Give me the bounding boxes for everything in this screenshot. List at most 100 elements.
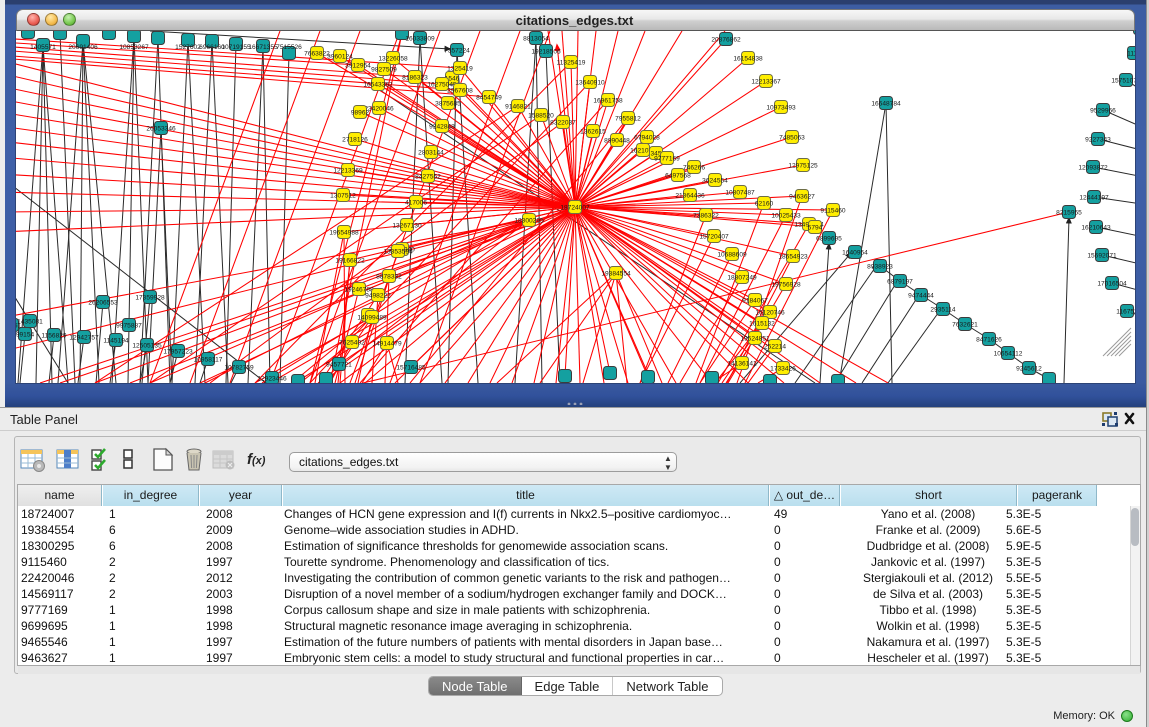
svg-text:20691406: 20691406: [68, 44, 98, 51]
svg-text:14099489: 14099489: [357, 314, 387, 321]
svg-text:3960124: 3960124: [327, 53, 353, 60]
svg-text:14136141: 14136141: [727, 360, 757, 367]
svg-text:19166822: 19166822: [335, 257, 365, 264]
svg-text:18300295: 18300295: [514, 217, 544, 224]
svg-text:8186323: 8186323: [402, 74, 428, 81]
svg-text:21364436: 21364436: [675, 192, 705, 199]
svg-text:12942757: 12942757: [69, 334, 99, 341]
svg-text:17016504: 17016504: [1097, 280, 1127, 287]
svg-text:10688609: 10688609: [717, 251, 747, 258]
svg-text:20876862: 20876862: [711, 36, 741, 43]
svg-text:1145194: 1145194: [103, 337, 129, 344]
svg-text:9457721: 9457721: [326, 361, 352, 368]
svg-text:16154838: 16154838: [733, 55, 763, 62]
svg-text:12923446: 12923446: [257, 375, 287, 382]
svg-text:9242848: 9242848: [429, 123, 455, 130]
svg-text:8454749: 8454749: [476, 94, 502, 101]
svg-text:8878332: 8878332: [376, 273, 402, 280]
svg-text:8471626: 8471626: [976, 336, 1002, 343]
svg-text:1307512: 1307512: [330, 192, 356, 199]
svg-text:9777169: 9777169: [654, 155, 680, 162]
svg-text:16210643: 16210643: [1081, 224, 1111, 231]
svg-text:19218506: 19218506: [531, 48, 561, 55]
svg-text:15720407: 15720407: [699, 233, 729, 240]
svg-text:7515526: 7515526: [276, 44, 302, 51]
svg-text:10973493: 10973493: [766, 104, 796, 111]
svg-text:12505135: 12505135: [132, 342, 162, 349]
svg-text:18724007: 18724007: [560, 204, 590, 211]
svg-text:5794: 5794: [808, 224, 823, 231]
svg-text:17957223: 17957223: [163, 348, 193, 355]
svg-text:16961758: 16961758: [593, 97, 623, 104]
svg-text:1325419: 1325419: [447, 65, 473, 72]
svg-text:15716485: 15716485: [396, 364, 426, 371]
svg-text:1112: 1112: [1127, 50, 1135, 57]
svg-text:1733426: 1733426: [770, 365, 796, 372]
svg-text:8813054: 8813054: [523, 35, 549, 42]
svg-text:746266: 746266: [683, 164, 705, 171]
svg-text:19756928: 19756928: [771, 281, 801, 288]
svg-text:10654112: 10654112: [994, 350, 1023, 357]
svg-text:14914479: 14914479: [372, 340, 402, 347]
svg-text:10025433: 10025433: [771, 212, 801, 219]
svg-text:9463627: 9463627: [789, 193, 815, 200]
svg-text:10807487: 10807487: [725, 189, 755, 196]
svg-text:1588520: 1588520: [528, 112, 554, 119]
svg-text:16648784: 16648784: [871, 100, 901, 107]
svg-text:8215955: 8215955: [1056, 209, 1082, 216]
svg-text:18654923: 18654923: [778, 253, 808, 260]
svg-text:252214: 252214: [764, 343, 786, 350]
svg-text:98962: 98962: [351, 109, 370, 116]
svg-text:9245612: 9245612: [1016, 365, 1042, 372]
svg-text:1640954: 1640954: [842, 249, 868, 256]
svg-text:19654988: 19654988: [329, 229, 359, 236]
svg-text:3624554: 3624554: [702, 177, 728, 184]
svg-text:1362615: 1362615: [580, 128, 606, 135]
svg-text:15692071: 15692071: [1087, 252, 1117, 259]
svg-text:10719155: 10719155: [221, 44, 251, 51]
svg-text:7955812: 7955812: [615, 115, 641, 122]
svg-text:9227343: 9227343: [1085, 136, 1111, 143]
svg-text:9184067: 9184067: [742, 297, 768, 304]
svg-text:3875685: 3875685: [435, 100, 461, 107]
svg-text:8990448: 8990448: [604, 137, 630, 144]
svg-text:2935114: 2935114: [930, 306, 956, 313]
svg-text:8938923: 8938923: [867, 263, 893, 270]
svg-text:2718126: 2718126: [342, 136, 368, 143]
svg-text:9498222: 9498222: [365, 292, 391, 299]
svg-text:10853267: 10853267: [119, 44, 149, 51]
svg-text:1156829: 1156829: [41, 332, 67, 339]
svg-text:2967608: 2967608: [447, 87, 473, 94]
svg-text:1405571: 1405571: [30, 44, 56, 51]
svg-text:12444197: 12444197: [1079, 194, 1109, 201]
svg-text:16033809: 16033809: [405, 35, 435, 42]
svg-text:1615132: 1615132: [749, 320, 775, 327]
svg-text:10958117: 10958117: [194, 356, 223, 363]
svg-text:7485063: 7485063: [779, 134, 805, 141]
svg-text:16543362: 16543362: [363, 81, 393, 88]
svg-text:17359928: 17359928: [135, 294, 165, 301]
svg-text:9474444: 9474444: [908, 292, 934, 299]
svg-text:7386322: 7386322: [693, 212, 719, 219]
svg-text:9115460: 9115460: [820, 207, 846, 214]
svg-text:26053346: 26053346: [146, 125, 176, 132]
svg-text:62160: 62160: [755, 200, 774, 207]
svg-text:8322037: 8322037: [550, 119, 576, 126]
svg-text:99154: 99154: [16, 331, 34, 338]
svg-text:7632621: 7632621: [952, 321, 978, 328]
svg-text:9146821: 9146821: [505, 103, 531, 110]
svg-text:12213369: 12213369: [333, 167, 363, 174]
svg-text:15751074: 15751074: [1111, 77, 1135, 84]
svg-text:7357224: 7357224: [444, 47, 470, 54]
svg-text:6899695: 6899695: [816, 235, 842, 242]
svg-text:2803144: 2803144: [418, 149, 444, 156]
svg-text:11325419: 11325419: [557, 59, 586, 66]
svg-text:12093872: 12093872: [1078, 164, 1108, 171]
svg-text:13353594: 13353594: [383, 248, 413, 255]
svg-text:10782759: 10782759: [224, 364, 254, 371]
svg-text:9975887: 9975887: [116, 322, 142, 329]
svg-text:13640910: 13640910: [575, 79, 605, 86]
svg-text:13267130: 13267130: [392, 222, 422, 229]
svg-text:12213367: 12213367: [751, 78, 781, 85]
svg-text:12975125: 12975125: [788, 162, 818, 169]
